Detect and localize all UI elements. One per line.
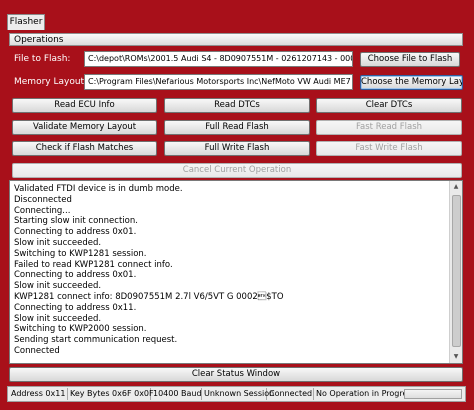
status-log-lines: Validated FTDI device is in dumb mode. D… bbox=[14, 184, 448, 357]
log-line: Sending start communication request. bbox=[14, 335, 178, 346]
operation-progress-bar bbox=[404, 389, 462, 399]
full-write-flash-button[interactable]: Full Write Flash bbox=[164, 141, 310, 156]
status-session: Unknown Session bbox=[204, 388, 275, 400]
log-line: Connecting to address 0x01. bbox=[14, 270, 137, 281]
log-line: Slow init succeeded. bbox=[14, 281, 102, 292]
log-line: Starting slow init connection. bbox=[14, 216, 138, 227]
status-address: Address 0x11 bbox=[9, 388, 68, 400]
file-to-flash-label: File to Flash: bbox=[14, 54, 71, 64]
chevron-up-icon[interactable]: ▲ bbox=[450, 181, 462, 193]
choose-memory-layout-button[interactable]: Choose the Memory Layout bbox=[360, 75, 463, 90]
status-bar: Address 0x11 Key Bytes 0x6F 0x0F 10400 B… bbox=[7, 386, 466, 402]
read-ecu-info-button[interactable]: Read ECU Info bbox=[12, 98, 157, 113]
log-line: Connecting to address 0x11. bbox=[14, 302, 137, 313]
log-line: Failed to read KWP1281 connect info. bbox=[14, 259, 173, 270]
status-connection: Connected bbox=[269, 388, 314, 400]
log-line: Switching to KWP2000 session. bbox=[14, 324, 147, 335]
log-line: Validated FTDI device is in dumb mode. bbox=[14, 184, 183, 194]
log-line: Disconnected bbox=[14, 194, 72, 205]
clear-dtcs-button[interactable]: Clear DTCs bbox=[316, 98, 462, 113]
log-scrollbar[interactable]: ▲ ▼ bbox=[449, 181, 462, 363]
full-read-flash-button[interactable]: Full Read Flash bbox=[164, 120, 310, 135]
log-line: Connected bbox=[14, 345, 60, 356]
log-line: Slow init succeeded. bbox=[14, 237, 102, 248]
log-line: Switching to KWP1281 session. bbox=[14, 248, 147, 259]
memory-layout-label: Memory Layout: bbox=[14, 77, 88, 87]
operations-group-title: Operations bbox=[9, 33, 463, 46]
clear-status-button[interactable]: Clear Status Window bbox=[9, 367, 463, 382]
status-operation: No Operation in Progress bbox=[316, 389, 416, 398]
read-dtcs-button[interactable]: Read DTCs bbox=[164, 98, 310, 113]
status-log[interactable]: Validated FTDI device is in dumb mode. D… bbox=[9, 180, 463, 364]
fast-read-flash-button[interactable]: Fast Read Flash bbox=[316, 120, 462, 135]
fast-write-flash-button[interactable]: Fast Write Flash bbox=[316, 141, 462, 156]
log-line: Connecting to address 0x01. bbox=[14, 227, 137, 238]
cancel-operation-button[interactable]: Cancel Current Operation bbox=[12, 163, 462, 178]
validate-memory-layout-button[interactable]: Validate Memory Layout bbox=[12, 120, 157, 135]
file-to-flash-field[interactable]: C:\depot\ROMs\2001.5 Audi S4 - 8D0907551… bbox=[84, 51, 353, 67]
window-top-band bbox=[0, 0, 474, 14]
status-key-bytes: Key Bytes 0x6F 0x0F bbox=[70, 388, 154, 400]
log-line: Slow init succeeded. bbox=[14, 313, 102, 324]
choose-file-button[interactable]: Choose File to Flash bbox=[360, 52, 460, 67]
chevron-down-icon[interactable]: ▼ bbox=[450, 351, 462, 363]
check-flash-matches-button[interactable]: Check if Flash Matches bbox=[12, 141, 157, 156]
log-line: Connecting... bbox=[14, 205, 71, 216]
log-line: KWP1281 connect info: 8D0907551M 2.7l V6… bbox=[14, 291, 284, 302]
scrollbar-thumb[interactable] bbox=[452, 195, 461, 347]
status-baud: 10400 Baud bbox=[153, 388, 202, 400]
tab-flasher[interactable]: Flasher bbox=[7, 14, 45, 30]
memory-layout-field[interactable]: C:\Program Files\Nefarious Motorsports I… bbox=[84, 74, 353, 90]
